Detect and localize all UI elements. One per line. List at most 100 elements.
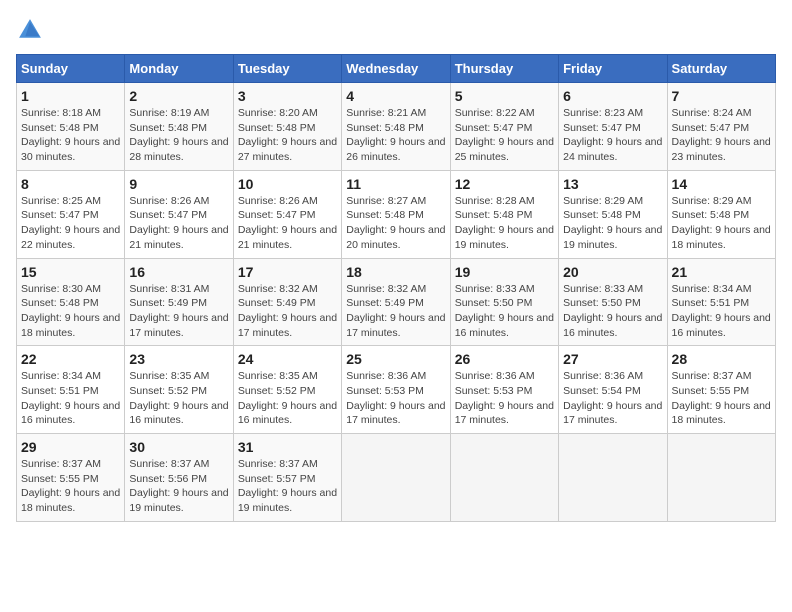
day-number: 12 xyxy=(455,176,554,192)
day-number: 24 xyxy=(238,351,337,367)
day-number: 16 xyxy=(129,264,228,280)
day-detail: Sunrise: 8:25 AMSunset: 5:47 PMDaylight:… xyxy=(21,194,120,253)
day-number: 17 xyxy=(238,264,337,280)
day-number: 15 xyxy=(21,264,120,280)
calendar-cell: 17 Sunrise: 8:32 AMSunset: 5:49 PMDayligh… xyxy=(233,258,341,346)
day-number: 26 xyxy=(455,351,554,367)
calendar-cell: 19 Sunrise: 8:33 AMSunset: 5:50 PMDayligh… xyxy=(450,258,558,346)
day-number: 23 xyxy=(129,351,228,367)
calendar-cell: 15 Sunrise: 8:30 AMSunset: 5:48 PMDayligh… xyxy=(17,258,125,346)
day-detail: Sunrise: 8:35 AMSunset: 5:52 PMDaylight:… xyxy=(129,369,228,428)
weekday-header: Wednesday xyxy=(342,55,450,83)
day-number: 21 xyxy=(672,264,771,280)
day-number: 3 xyxy=(238,88,337,104)
day-detail: Sunrise: 8:24 AMSunset: 5:47 PMDaylight:… xyxy=(672,106,771,165)
calendar-cell: 4 Sunrise: 8:21 AMSunset: 5:48 PMDaylight… xyxy=(342,83,450,171)
day-detail: Sunrise: 8:30 AMSunset: 5:48 PMDaylight:… xyxy=(21,282,120,341)
day-number: 19 xyxy=(455,264,554,280)
day-number: 29 xyxy=(21,439,120,455)
calendar-header: SundayMondayTuesdayWednesdayThursdayFrid… xyxy=(17,55,776,83)
day-number: 1 xyxy=(21,88,120,104)
calendar-cell: 8 Sunrise: 8:25 AMSunset: 5:47 PMDaylight… xyxy=(17,170,125,258)
calendar-week-row: 15 Sunrise: 8:30 AMSunset: 5:48 PMDayligh… xyxy=(17,258,776,346)
calendar-cell: 2 Sunrise: 8:19 AMSunset: 5:48 PMDaylight… xyxy=(125,83,233,171)
calendar-cell: 16 Sunrise: 8:31 AMSunset: 5:49 PMDayligh… xyxy=(125,258,233,346)
day-number: 4 xyxy=(346,88,445,104)
day-number: 13 xyxy=(563,176,662,192)
day-detail: Sunrise: 8:36 AMSunset: 5:53 PMDaylight:… xyxy=(455,369,554,428)
calendar-week-row: 1 Sunrise: 8:18 AMSunset: 5:48 PMDaylight… xyxy=(17,83,776,171)
calendar-cell: 20 Sunrise: 8:33 AMSunset: 5:50 PMDayligh… xyxy=(559,258,667,346)
calendar-cell xyxy=(667,434,775,522)
day-detail: Sunrise: 8:20 AMSunset: 5:48 PMDaylight:… xyxy=(238,106,337,165)
calendar-cell: 12 Sunrise: 8:28 AMSunset: 5:48 PMDayligh… xyxy=(450,170,558,258)
weekday-header: Sunday xyxy=(17,55,125,83)
calendar-cell: 9 Sunrise: 8:26 AMSunset: 5:47 PMDaylight… xyxy=(125,170,233,258)
calendar-cell xyxy=(450,434,558,522)
calendar-cell: 7Sunrise: 8:24 AMSunset: 5:47 PMDaylight… xyxy=(667,83,775,171)
weekday-header: Friday xyxy=(559,55,667,83)
day-detail: Sunrise: 8:36 AMSunset: 5:53 PMDaylight:… xyxy=(346,369,445,428)
calendar-cell: 18 Sunrise: 8:32 AMSunset: 5:49 PMDayligh… xyxy=(342,258,450,346)
day-detail: Sunrise: 8:37 AMSunset: 5:55 PMDaylight:… xyxy=(672,369,771,428)
day-detail: Sunrise: 8:37 AMSunset: 5:56 PMDaylight:… xyxy=(129,457,228,516)
day-detail: Sunrise: 8:33 AMSunset: 5:50 PMDaylight:… xyxy=(455,282,554,341)
calendar-cell: 29 Sunrise: 8:37 AMSunset: 5:55 PMDayligh… xyxy=(17,434,125,522)
calendar-cell: 23 Sunrise: 8:35 AMSunset: 5:52 PMDayligh… xyxy=(125,346,233,434)
calendar-cell xyxy=(342,434,450,522)
day-detail: Sunrise: 8:27 AMSunset: 5:48 PMDaylight:… xyxy=(346,194,445,253)
day-detail: Sunrise: 8:21 AMSunset: 5:48 PMDaylight:… xyxy=(346,106,445,165)
weekday-header: Monday xyxy=(125,55,233,83)
day-number: 30 xyxy=(129,439,228,455)
page-header xyxy=(16,16,776,44)
day-detail: Sunrise: 8:34 AMSunset: 5:51 PMDaylight:… xyxy=(672,282,771,341)
day-number: 9 xyxy=(129,176,228,192)
day-detail: Sunrise: 8:32 AMSunset: 5:49 PMDaylight:… xyxy=(346,282,445,341)
day-number: 28 xyxy=(672,351,771,367)
day-number: 11 xyxy=(346,176,445,192)
calendar-cell: 25Sunrise: 8:36 AMSunset: 5:53 PMDayligh… xyxy=(342,346,450,434)
calendar-cell: 30 Sunrise: 8:37 AMSunset: 5:56 PMDayligh… xyxy=(125,434,233,522)
day-detail: Sunrise: 8:18 AMSunset: 5:48 PMDaylight:… xyxy=(21,106,120,165)
calendar-cell: 26 Sunrise: 8:36 AMSunset: 5:53 PMDayligh… xyxy=(450,346,558,434)
day-detail: Sunrise: 8:36 AMSunset: 5:54 PMDaylight:… xyxy=(563,369,662,428)
day-detail: Sunrise: 8:28 AMSunset: 5:48 PMDaylight:… xyxy=(455,194,554,253)
calendar-cell: 3 Sunrise: 8:20 AMSunset: 5:48 PMDaylight… xyxy=(233,83,341,171)
day-detail: Sunrise: 8:31 AMSunset: 5:49 PMDaylight:… xyxy=(129,282,228,341)
calendar-cell: 6 Sunrise: 8:23 AMSunset: 5:47 PMDaylight… xyxy=(559,83,667,171)
day-number: 8 xyxy=(21,176,120,192)
day-number: 5 xyxy=(455,88,554,104)
day-number: 31 xyxy=(238,439,337,455)
day-detail: Sunrise: 8:35 AMSunset: 5:52 PMDaylight:… xyxy=(238,369,337,428)
calendar-cell: 5 Sunrise: 8:22 AMSunset: 5:47 PMDaylight… xyxy=(450,83,558,171)
day-detail: Sunrise: 8:26 AMSunset: 5:47 PMDaylight:… xyxy=(129,194,228,253)
day-detail: Sunrise: 8:23 AMSunset: 5:47 PMDaylight:… xyxy=(563,106,662,165)
calendar-cell: 21 Sunrise: 8:34 AMSunset: 5:51 PMDayligh… xyxy=(667,258,775,346)
calendar-cell: 27 Sunrise: 8:36 AMSunset: 5:54 PMDayligh… xyxy=(559,346,667,434)
weekday-header: Saturday xyxy=(667,55,775,83)
day-number: 20 xyxy=(563,264,662,280)
calendar-week-row: 8 Sunrise: 8:25 AMSunset: 5:47 PMDaylight… xyxy=(17,170,776,258)
day-detail: Sunrise: 8:33 AMSunset: 5:50 PMDaylight:… xyxy=(563,282,662,341)
calendar-cell xyxy=(559,434,667,522)
calendar-cell: 31 Sunrise: 8:37 AMSunset: 5:57 PMDayligh… xyxy=(233,434,341,522)
day-detail: Sunrise: 8:37 AMSunset: 5:55 PMDaylight:… xyxy=(21,457,120,516)
day-number: 22 xyxy=(21,351,120,367)
day-detail: Sunrise: 8:22 AMSunset: 5:47 PMDaylight:… xyxy=(455,106,554,165)
weekday-header: Tuesday xyxy=(233,55,341,83)
day-detail: Sunrise: 8:37 AMSunset: 5:57 PMDaylight:… xyxy=(238,457,337,516)
calendar-week-row: 29 Sunrise: 8:37 AMSunset: 5:55 PMDayligh… xyxy=(17,434,776,522)
day-number: 6 xyxy=(563,88,662,104)
day-detail: Sunrise: 8:34 AMSunset: 5:51 PMDaylight:… xyxy=(21,369,120,428)
day-detail: Sunrise: 8:32 AMSunset: 5:49 PMDaylight:… xyxy=(238,282,337,341)
calendar-cell: 11 Sunrise: 8:27 AMSunset: 5:48 PMDayligh… xyxy=(342,170,450,258)
day-number: 18 xyxy=(346,264,445,280)
day-number: 2 xyxy=(129,88,228,104)
calendar-cell: 13Sunrise: 8:29 AMSunset: 5:48 PMDayligh… xyxy=(559,170,667,258)
weekday-header: Thursday xyxy=(450,55,558,83)
calendar-cell: 14Sunrise: 8:29 AMSunset: 5:48 PMDayligh… xyxy=(667,170,775,258)
day-number: 10 xyxy=(238,176,337,192)
day-number: 27 xyxy=(563,351,662,367)
day-detail: Sunrise: 8:19 AMSunset: 5:48 PMDaylight:… xyxy=(129,106,228,165)
logo-icon xyxy=(16,16,44,44)
